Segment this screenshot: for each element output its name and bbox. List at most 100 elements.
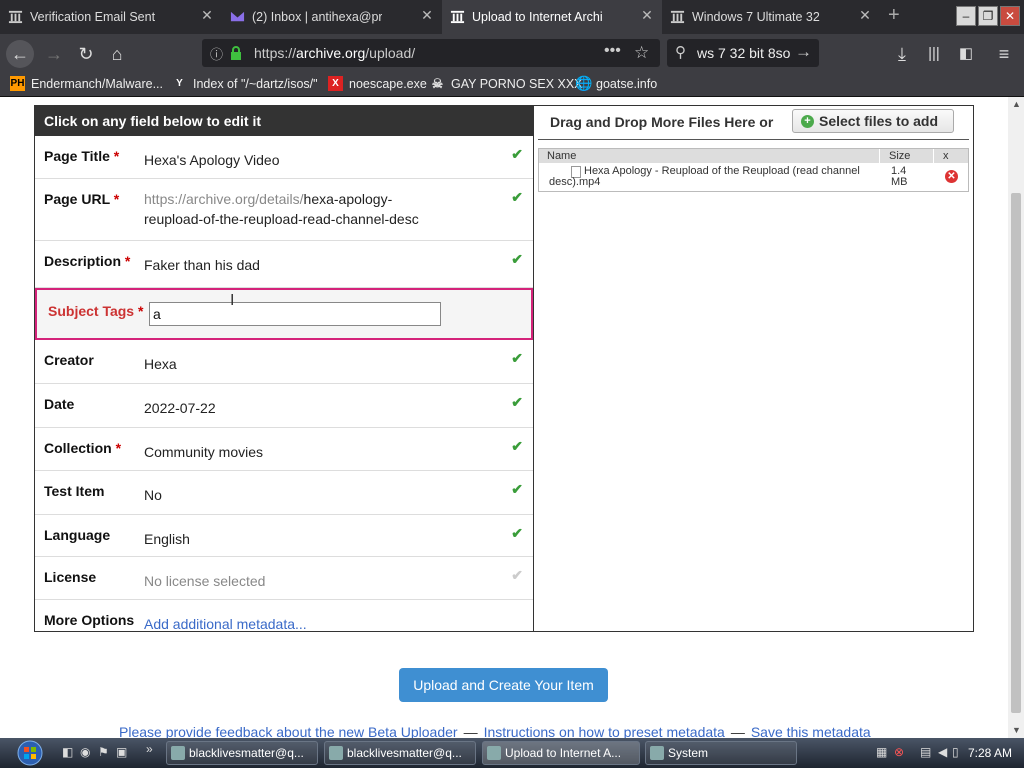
scrollbar-thumb[interactable]	[1011, 193, 1021, 713]
quicklaunch-icon[interactable]: ▣	[116, 745, 127, 759]
search-bar[interactable]: ⚲ ws 7 32 bit 8so →	[667, 39, 819, 67]
field-creator[interactable]: Creator Hexa ✔	[35, 340, 533, 384]
page-scrollbar[interactable]: ▲ ▼	[1008, 97, 1024, 738]
tab-label: (2) Inbox | antihexa@proton.m	[252, 10, 382, 24]
info-icon[interactable]: ⓘ	[210, 44, 223, 63]
field-test-item[interactable]: Test Item No ✔	[35, 471, 533, 515]
field-collection[interactable]: Collection * Community movies ✔	[35, 428, 533, 471]
taskbar-label: Upload to Internet A...	[505, 746, 622, 760]
field-label: Page Title *	[44, 148, 120, 164]
collection-value[interactable]: Community movies	[144, 442, 263, 462]
taskbar-item-system[interactable]: System	[645, 741, 797, 765]
test-item-value[interactable]: No	[144, 485, 162, 505]
network-icon[interactable]: ▤	[920, 745, 931, 759]
bookmark-noescape[interactable]: Xnoescape.exe	[328, 76, 427, 91]
check-icon: ✔	[511, 189, 523, 205]
clock[interactable]: 7:28 AM	[968, 746, 1012, 760]
license-value[interactable]: No license selected	[144, 571, 265, 591]
save-metadata-link[interactable]: Save this metadata	[751, 724, 871, 738]
downloads-button[interactable]: ⤓	[888, 40, 916, 68]
scroll-down-icon[interactable]: ▼	[1012, 725, 1021, 735]
subject-tags-input[interactable]: a	[149, 302, 441, 326]
hamburger-menu-icon: ≡	[998, 44, 1010, 64]
taskbar-item-email-2[interactable]: blacklivesmatter@q...	[324, 741, 476, 765]
quicklaunch-icon[interactable]: ⚑	[98, 745, 109, 759]
new-tab-button[interactable]: +	[888, 4, 900, 27]
scroll-up-icon[interactable]: ▲	[1012, 99, 1021, 109]
reload-icon: ↻	[78, 44, 94, 64]
add-metadata-link[interactable]: Add additional metadata...	[144, 614, 307, 634]
tray-shield-icon[interactable]: ⊗	[894, 745, 904, 759]
date-value[interactable]: 2022-07-22	[144, 398, 216, 418]
taskbar-label: blacklivesmatter@q...	[189, 746, 304, 760]
tab-verification-email[interactable]: Verification Email Sent ✕	[0, 0, 222, 34]
bookmark-label: Index of "/~dartz/isos/"	[193, 76, 318, 91]
check-icon: ✔	[511, 146, 523, 162]
tab-windows-7-iso[interactable]: Windows 7 Ultimate 32 bit ISO ✕	[662, 0, 880, 34]
feedback-link[interactable]: Please provide feedback about the new Be…	[119, 724, 458, 738]
sidebar-button[interactable]: ◧	[952, 40, 980, 68]
page-title-value[interactable]: Hexa's Apology Video	[144, 150, 280, 170]
close-icon[interactable]: ✕	[420, 8, 434, 22]
select-files-button[interactable]: + Select files to add	[792, 109, 954, 133]
quicklaunch-more-icon[interactable]: »	[146, 742, 153, 756]
description-value[interactable]: Faker than his dad	[144, 255, 260, 275]
field-label: License	[44, 569, 97, 585]
bookmark-label: goatse.info	[596, 76, 658, 91]
forward-button[interactable]: →	[40, 40, 68, 68]
minimize-button[interactable]: –	[956, 6, 976, 26]
quicklaunch-icon[interactable]: ◧	[62, 745, 73, 759]
field-label: Test Item	[44, 483, 105, 499]
reload-button[interactable]: ↻	[72, 40, 100, 68]
field-page-title[interactable]: Page Title * Hexa's Apology Video ✔	[35, 136, 533, 179]
close-icon[interactable]: ✕	[200, 8, 214, 22]
tab-upload-archive[interactable]: Upload to Internet Archive ✕	[442, 0, 662, 34]
column-x: x	[943, 150, 949, 162]
more-actions-icon[interactable]: •••	[604, 42, 621, 60]
menu-button[interactable]: ≡	[990, 40, 1018, 68]
restore-button[interactable]: ❐	[978, 6, 998, 26]
search-input[interactable]: ws 7 32 bit 8so	[697, 45, 790, 61]
check-icon: ✔	[511, 350, 523, 366]
remove-file-icon[interactable]: ✕	[945, 170, 958, 183]
close-icon[interactable]: ✕	[640, 8, 654, 22]
field-page-url[interactable]: Page URL * https://archive.org/details/h…	[35, 179, 533, 241]
tray-icon[interactable]: ▯	[952, 745, 959, 759]
bookmark-star-icon[interactable]: ☆	[634, 43, 649, 63]
bookmark-goatse[interactable]: 🌐 goatse.info	[575, 76, 657, 91]
taskbar-label: System	[668, 746, 709, 760]
upload-create-button[interactable]: Upload and Create Your Item	[399, 668, 608, 702]
creator-value[interactable]: Hexa	[144, 354, 177, 374]
field-label: Page URL *	[44, 191, 120, 207]
tab-proton-inbox[interactable]: (2) Inbox | antihexa@proton.m ✕	[222, 0, 442, 34]
instructions-link[interactable]: Instructions on how to preset metadata	[484, 724, 725, 738]
nav-bar: ← → ↻ ⌂ ⓘ https://archive.org/upload/ ••…	[0, 34, 1024, 72]
language-value[interactable]: English	[144, 529, 190, 549]
search-go-icon[interactable]: →	[795, 42, 812, 62]
field-subject-tags[interactable]: Subject Tags * a	[35, 288, 533, 340]
field-license[interactable]: License No license selected ✔	[35, 557, 533, 600]
windows-start-icon[interactable]	[10, 740, 50, 766]
library-button[interactable]: |||	[920, 40, 948, 68]
quicklaunch-icon[interactable]: ◉	[80, 745, 90, 759]
page-url-value[interactable]: https://archive.org/details/hexa-apology…	[144, 189, 419, 229]
taskbar-item-upload[interactable]: Upload to Internet A...	[482, 741, 640, 765]
field-description[interactable]: Description * Faker than his dad ✔	[35, 241, 533, 288]
close-icon[interactable]: ✕	[858, 8, 872, 22]
back-button[interactable]: ←	[6, 40, 34, 68]
proton-mail-icon	[230, 11, 245, 22]
bookmark-endermanch[interactable]: PH Endermanch/Malware...	[10, 76, 163, 91]
home-button[interactable]: ⌂	[103, 40, 131, 68]
field-date[interactable]: Date 2022-07-22 ✔	[35, 384, 533, 428]
bookmark-dartz-isos[interactable]: Y Index of "/~dartz/isos/"	[172, 76, 318, 91]
taskbar-item-email-1[interactable]: blacklivesmatter@q...	[166, 741, 318, 765]
field-language[interactable]: Language English ✔	[35, 515, 533, 557]
bookmark-skull[interactable]: ☠ GAY PORNO SEX XXX	[430, 76, 583, 91]
check-icon: ✔	[511, 438, 523, 454]
volume-icon[interactable]: ◀	[938, 745, 947, 759]
tray-icon[interactable]: ▦	[876, 745, 887, 759]
url-bar[interactable]: ⓘ https://archive.org/upload/ ••• ☆	[202, 39, 660, 67]
home-icon: ⌂	[111, 44, 123, 64]
close-window-button[interactable]: ✕	[1000, 6, 1020, 26]
file-name: Hexa Apology - Reupload of the Reupload …	[549, 165, 860, 188]
